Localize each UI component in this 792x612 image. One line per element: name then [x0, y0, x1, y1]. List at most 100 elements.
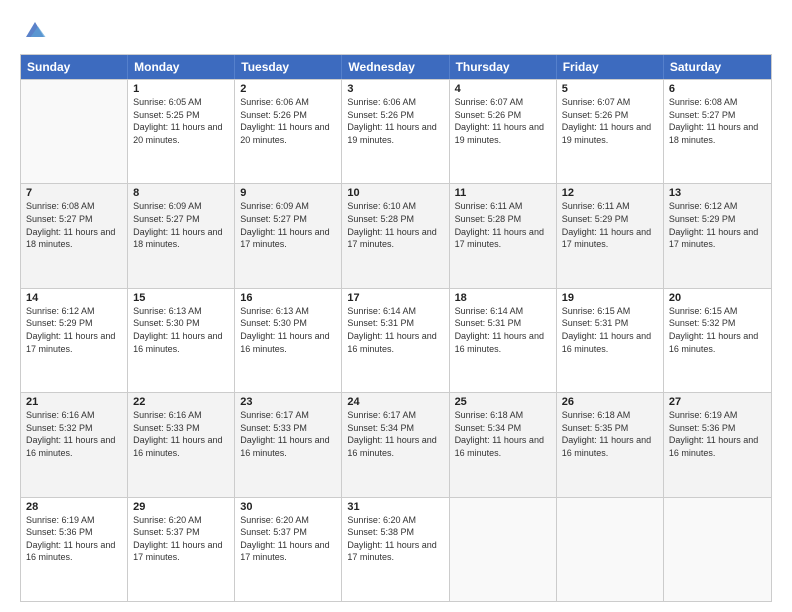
sun-info: Sunrise: 6:05 AMSunset: 5:25 PMDaylight:…: [133, 96, 229, 146]
sun-info: Sunrise: 6:11 AMSunset: 5:28 PMDaylight:…: [455, 200, 551, 250]
sun-info: Sunrise: 6:06 AMSunset: 5:26 PMDaylight:…: [240, 96, 336, 146]
day-number: 1: [133, 83, 229, 95]
header: [20, 16, 772, 46]
calendar-cell: [450, 498, 557, 601]
calendar-cell: 5Sunrise: 6:07 AMSunset: 5:26 PMDaylight…: [557, 80, 664, 183]
calendar-body: 1Sunrise: 6:05 AMSunset: 5:25 PMDaylight…: [21, 79, 771, 601]
sun-info: Sunrise: 6:14 AMSunset: 5:31 PMDaylight:…: [347, 305, 443, 355]
sun-info: Sunrise: 6:07 AMSunset: 5:26 PMDaylight:…: [562, 96, 658, 146]
day-number: 17: [347, 292, 443, 304]
day-number: 13: [669, 187, 766, 199]
calendar-cell: 31Sunrise: 6:20 AMSunset: 5:38 PMDayligh…: [342, 498, 449, 601]
calendar: SundayMondayTuesdayWednesdayThursdayFrid…: [20, 54, 772, 602]
day-number: 24: [347, 396, 443, 408]
weekday-header: Tuesday: [235, 55, 342, 79]
calendar-cell: 9Sunrise: 6:09 AMSunset: 5:27 PMDaylight…: [235, 184, 342, 287]
calendar-cell: 29Sunrise: 6:20 AMSunset: 5:37 PMDayligh…: [128, 498, 235, 601]
day-number: 5: [562, 83, 658, 95]
day-number: 10: [347, 187, 443, 199]
sun-info: Sunrise: 6:16 AMSunset: 5:33 PMDaylight:…: [133, 409, 229, 459]
day-number: 16: [240, 292, 336, 304]
calendar-cell: 2Sunrise: 6:06 AMSunset: 5:26 PMDaylight…: [235, 80, 342, 183]
day-number: 15: [133, 292, 229, 304]
calendar-cell: 26Sunrise: 6:18 AMSunset: 5:35 PMDayligh…: [557, 393, 664, 496]
calendar-cell: 4Sunrise: 6:07 AMSunset: 5:26 PMDaylight…: [450, 80, 557, 183]
day-number: 27: [669, 396, 766, 408]
day-number: 29: [133, 501, 229, 513]
calendar-cell: 23Sunrise: 6:17 AMSunset: 5:33 PMDayligh…: [235, 393, 342, 496]
logo: [20, 16, 54, 46]
sun-info: Sunrise: 6:12 AMSunset: 5:29 PMDaylight:…: [669, 200, 766, 250]
weekday-header: Sunday: [21, 55, 128, 79]
calendar-row: 28Sunrise: 6:19 AMSunset: 5:36 PMDayligh…: [21, 497, 771, 601]
day-number: 22: [133, 396, 229, 408]
sun-info: Sunrise: 6:15 AMSunset: 5:32 PMDaylight:…: [669, 305, 766, 355]
day-number: 20: [669, 292, 766, 304]
sun-info: Sunrise: 6:06 AMSunset: 5:26 PMDaylight:…: [347, 96, 443, 146]
calendar-cell: [557, 498, 664, 601]
sun-info: Sunrise: 6:13 AMSunset: 5:30 PMDaylight:…: [133, 305, 229, 355]
sun-info: Sunrise: 6:17 AMSunset: 5:33 PMDaylight:…: [240, 409, 336, 459]
sun-info: Sunrise: 6:08 AMSunset: 5:27 PMDaylight:…: [26, 200, 122, 250]
calendar-row: 1Sunrise: 6:05 AMSunset: 5:25 PMDaylight…: [21, 79, 771, 183]
weekday-header: Wednesday: [342, 55, 449, 79]
day-number: 7: [26, 187, 122, 199]
day-number: 14: [26, 292, 122, 304]
day-number: 8: [133, 187, 229, 199]
day-number: 26: [562, 396, 658, 408]
day-number: 11: [455, 187, 551, 199]
weekday-header: Thursday: [450, 55, 557, 79]
calendar-cell: 15Sunrise: 6:13 AMSunset: 5:30 PMDayligh…: [128, 289, 235, 392]
calendar-cell: 27Sunrise: 6:19 AMSunset: 5:36 PMDayligh…: [664, 393, 771, 496]
sun-info: Sunrise: 6:17 AMSunset: 5:34 PMDaylight:…: [347, 409, 443, 459]
sun-info: Sunrise: 6:07 AMSunset: 5:26 PMDaylight:…: [455, 96, 551, 146]
calendar-row: 14Sunrise: 6:12 AMSunset: 5:29 PMDayligh…: [21, 288, 771, 392]
calendar-cell: 18Sunrise: 6:14 AMSunset: 5:31 PMDayligh…: [450, 289, 557, 392]
calendar-cell: 17Sunrise: 6:14 AMSunset: 5:31 PMDayligh…: [342, 289, 449, 392]
calendar-cell: 8Sunrise: 6:09 AMSunset: 5:27 PMDaylight…: [128, 184, 235, 287]
calendar-cell: 1Sunrise: 6:05 AMSunset: 5:25 PMDaylight…: [128, 80, 235, 183]
day-number: 12: [562, 187, 658, 199]
sun-info: Sunrise: 6:13 AMSunset: 5:30 PMDaylight:…: [240, 305, 336, 355]
page: SundayMondayTuesdayWednesdayThursdayFrid…: [0, 0, 792, 612]
calendar-cell: 30Sunrise: 6:20 AMSunset: 5:37 PMDayligh…: [235, 498, 342, 601]
calendar-cell: 28Sunrise: 6:19 AMSunset: 5:36 PMDayligh…: [21, 498, 128, 601]
calendar-cell: 22Sunrise: 6:16 AMSunset: 5:33 PMDayligh…: [128, 393, 235, 496]
weekday-header: Friday: [557, 55, 664, 79]
calendar-cell: 24Sunrise: 6:17 AMSunset: 5:34 PMDayligh…: [342, 393, 449, 496]
sun-info: Sunrise: 6:10 AMSunset: 5:28 PMDaylight:…: [347, 200, 443, 250]
sun-info: Sunrise: 6:16 AMSunset: 5:32 PMDaylight:…: [26, 409, 122, 459]
sun-info: Sunrise: 6:19 AMSunset: 5:36 PMDaylight:…: [669, 409, 766, 459]
calendar-cell: 10Sunrise: 6:10 AMSunset: 5:28 PMDayligh…: [342, 184, 449, 287]
day-number: 3: [347, 83, 443, 95]
calendar-row: 7Sunrise: 6:08 AMSunset: 5:27 PMDaylight…: [21, 183, 771, 287]
sun-info: Sunrise: 6:14 AMSunset: 5:31 PMDaylight:…: [455, 305, 551, 355]
sun-info: Sunrise: 6:18 AMSunset: 5:35 PMDaylight:…: [562, 409, 658, 459]
day-number: 6: [669, 83, 766, 95]
day-number: 9: [240, 187, 336, 199]
weekday-header: Monday: [128, 55, 235, 79]
sun-info: Sunrise: 6:19 AMSunset: 5:36 PMDaylight:…: [26, 514, 122, 564]
calendar-cell: [664, 498, 771, 601]
sun-info: Sunrise: 6:09 AMSunset: 5:27 PMDaylight:…: [240, 200, 336, 250]
sun-info: Sunrise: 6:20 AMSunset: 5:37 PMDaylight:…: [133, 514, 229, 564]
day-number: 4: [455, 83, 551, 95]
sun-info: Sunrise: 6:08 AMSunset: 5:27 PMDaylight:…: [669, 96, 766, 146]
sun-info: Sunrise: 6:20 AMSunset: 5:37 PMDaylight:…: [240, 514, 336, 564]
day-number: 21: [26, 396, 122, 408]
calendar-cell: 7Sunrise: 6:08 AMSunset: 5:27 PMDaylight…: [21, 184, 128, 287]
sun-info: Sunrise: 6:15 AMSunset: 5:31 PMDaylight:…: [562, 305, 658, 355]
calendar-cell: 21Sunrise: 6:16 AMSunset: 5:32 PMDayligh…: [21, 393, 128, 496]
sun-info: Sunrise: 6:12 AMSunset: 5:29 PMDaylight:…: [26, 305, 122, 355]
sun-info: Sunrise: 6:20 AMSunset: 5:38 PMDaylight:…: [347, 514, 443, 564]
calendar-header: SundayMondayTuesdayWednesdayThursdayFrid…: [21, 55, 771, 79]
calendar-cell: 20Sunrise: 6:15 AMSunset: 5:32 PMDayligh…: [664, 289, 771, 392]
day-number: 2: [240, 83, 336, 95]
calendar-cell: 11Sunrise: 6:11 AMSunset: 5:28 PMDayligh…: [450, 184, 557, 287]
calendar-cell: 14Sunrise: 6:12 AMSunset: 5:29 PMDayligh…: [21, 289, 128, 392]
day-number: 23: [240, 396, 336, 408]
logo-icon: [20, 16, 50, 46]
day-number: 19: [562, 292, 658, 304]
sun-info: Sunrise: 6:09 AMSunset: 5:27 PMDaylight:…: [133, 200, 229, 250]
weekday-header: Saturday: [664, 55, 771, 79]
